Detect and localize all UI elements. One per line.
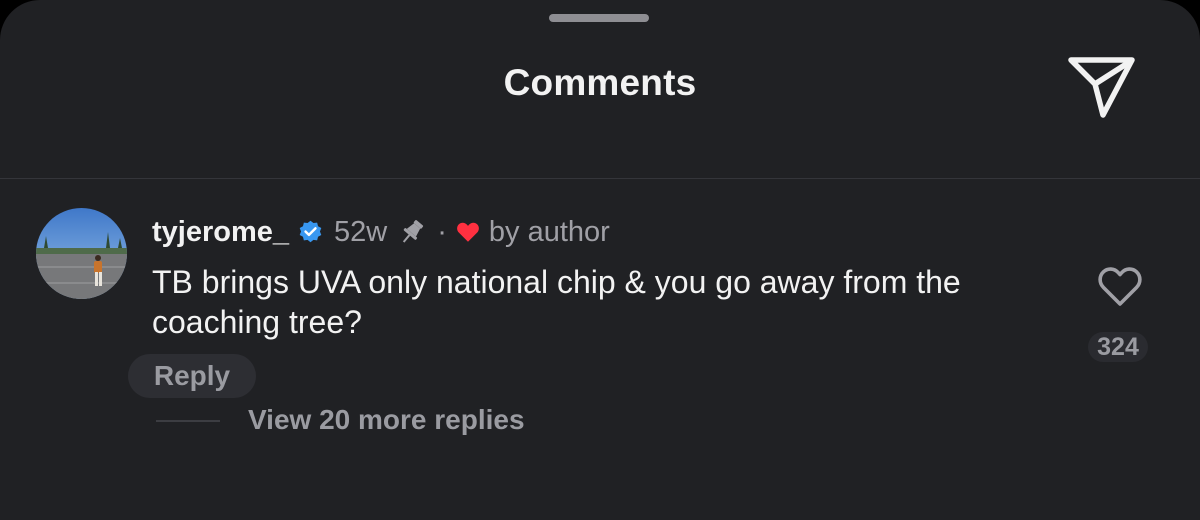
like-count: 324 [1088,332,1148,362]
reply-button[interactable]: Reply [128,354,256,398]
comment-username[interactable]: tyjerome_ [152,216,289,249]
comments-sheet: Comments tyjerome_ 52w · by author TB br… [0,0,1200,520]
pin-icon [395,215,429,249]
send-icon[interactable] [1064,52,1138,122]
like-heart-icon[interactable] [1096,264,1144,308]
author-liked-label: by author [488,215,610,248]
replies-divider-line [156,420,220,422]
drag-handle[interactable] [549,14,649,22]
comment-text: TB brings UVA only national chip & you g… [152,264,961,340]
sheet-title: Comments [503,62,697,103]
view-more-replies-link[interactable]: View 20 more replies [248,404,525,436]
avatar[interactable] [36,208,127,299]
comment-timestamp: 52w [334,215,388,248]
verified-badge-icon [297,219,324,246]
meta-separator: · [437,215,447,248]
comment-meta: tyjerome_ 52w · by author [152,212,610,252]
header-divider [0,178,1200,179]
author-liked-heart-icon [455,219,481,245]
